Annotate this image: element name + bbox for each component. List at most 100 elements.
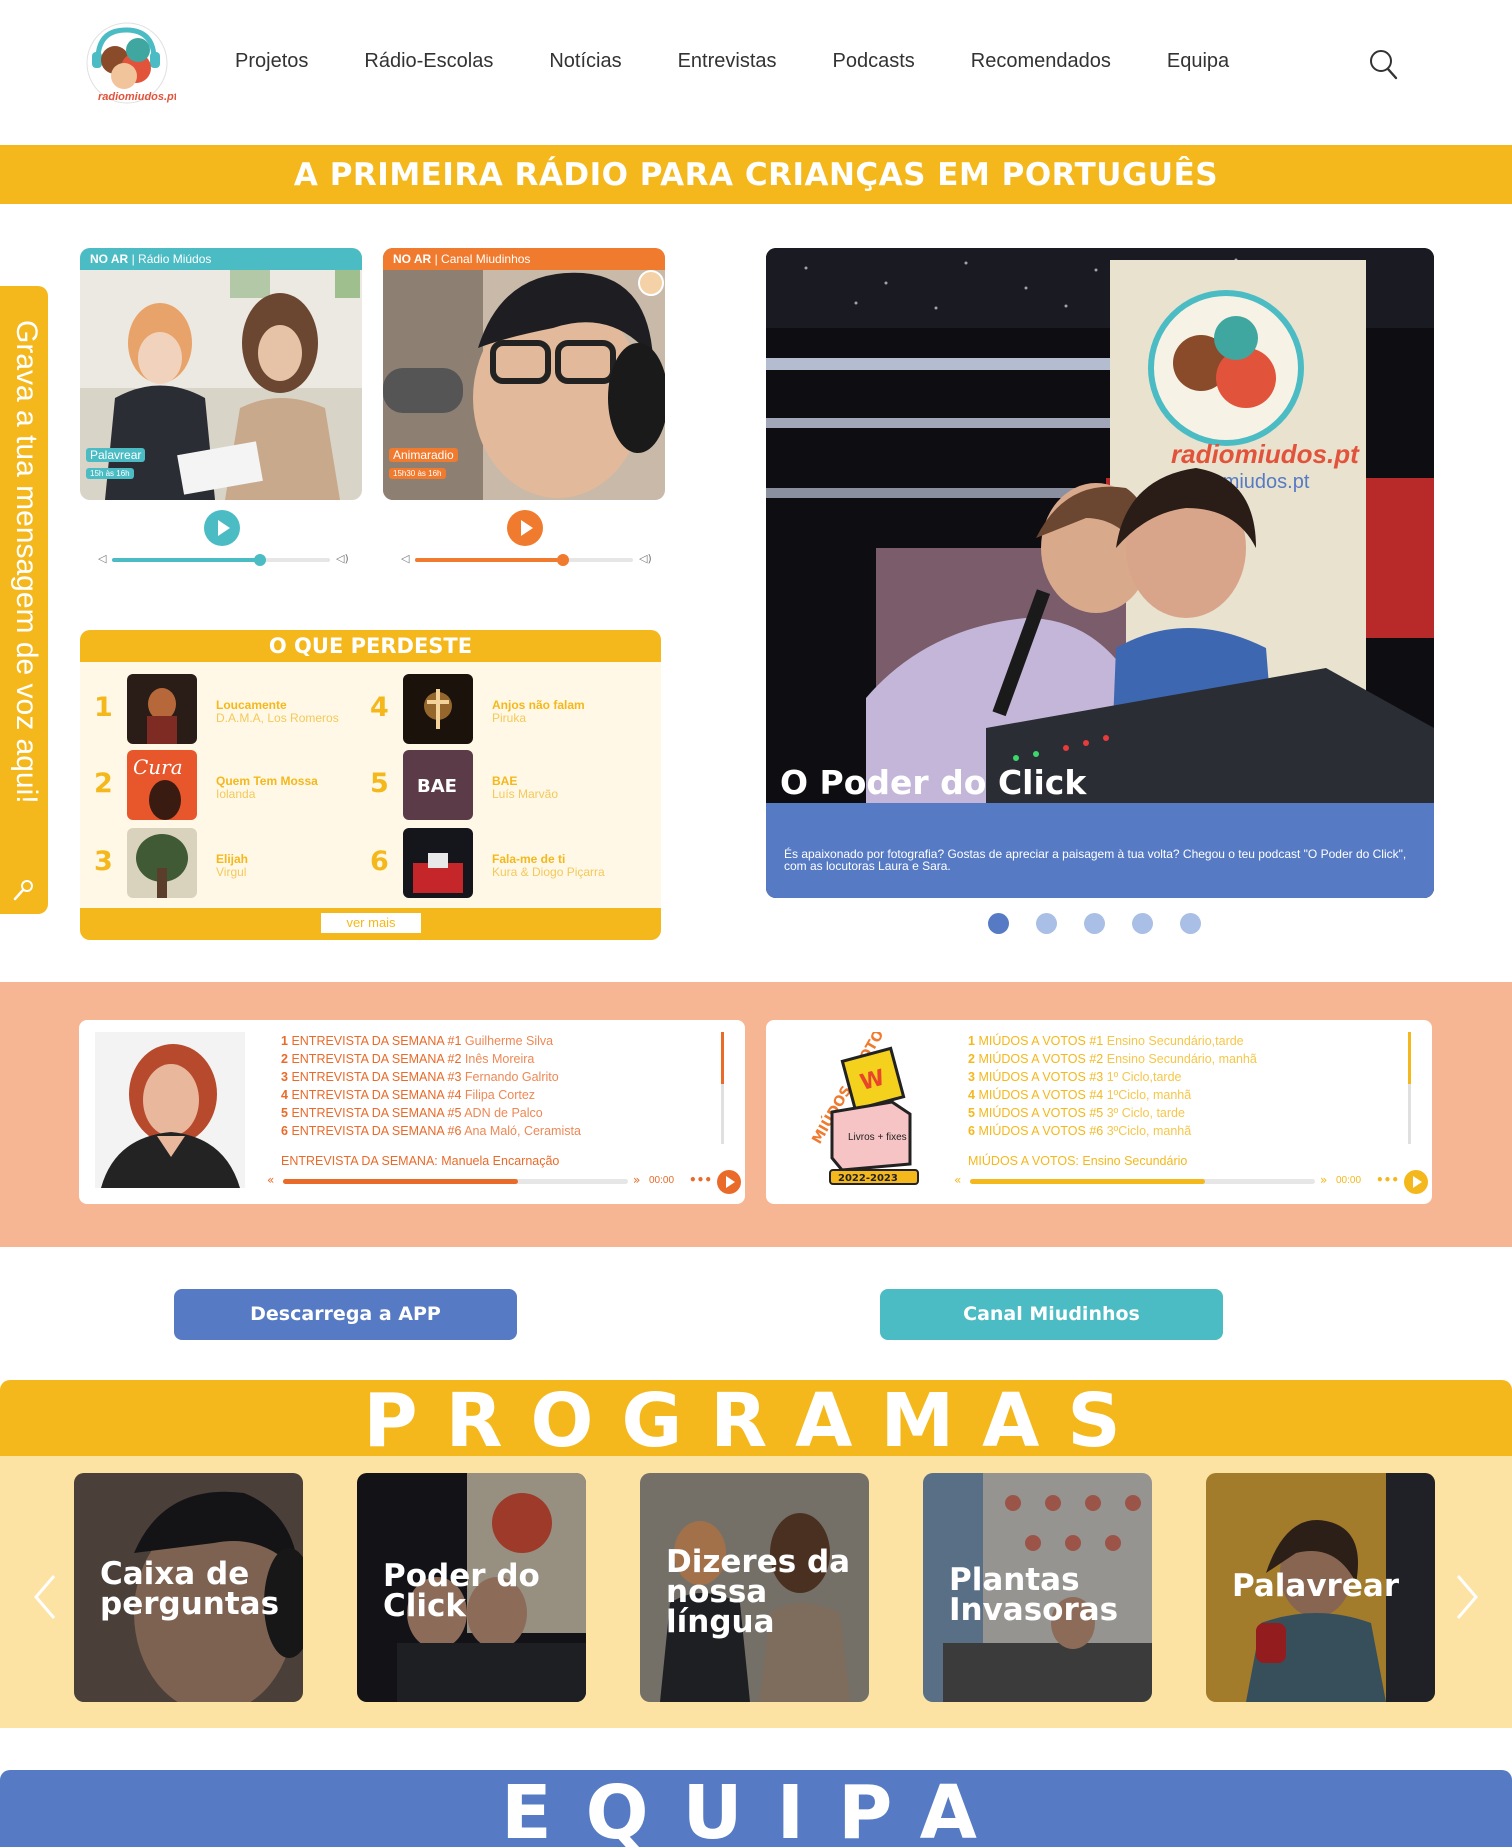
list-item[interactable]: 5 ENTREVISTA DA SEMANA #5 ADN de Palco <box>281 1104 721 1122</box>
page: { "header": { "logo_text": "radiomiudos.… <box>0 0 1512 1847</box>
list-item[interactable]: 2 MIÚDOS A VOTOS #2 Ensino Secundário, m… <box>968 1050 1408 1068</box>
nav-entrevistas[interactable]: Entrevistas <box>678 50 777 73</box>
list-item[interactable]: 1 Loucamente D.A.M.A, Los Romeros <box>94 674 374 744</box>
nav-radio-escolas[interactable]: Rádio-Escolas <box>364 50 493 73</box>
radiomiudos-logo[interactable]: radiomiudos.pt <box>78 18 176 110</box>
program-card-plantas-invasoras[interactable]: Plantas Invasoras <box>923 1473 1152 1702</box>
program-card-caixa-de-perguntas[interactable]: Caixa de perguntas <box>74 1473 303 1702</box>
item-number: 5 <box>281 1106 288 1120</box>
nav-projetos[interactable]: Projetos <box>235 50 308 73</box>
item-name: Ensino Secundário, manhã <box>1106 1052 1257 1066</box>
item-number: 2 <box>281 1052 288 1066</box>
chevron-right-icon[interactable] <box>1454 1572 1480 1622</box>
item-name: 1ºCiclo, manhã <box>1106 1088 1192 1102</box>
scrollbar-thumb[interactable] <box>721 1032 724 1084</box>
play-button-canal-miudinhos[interactable] <box>507 510 543 546</box>
list-item[interactable]: 3 MIÚDOS A VOTOS #3 1º Ciclo,tarde <box>968 1068 1408 1086</box>
program-card-poder-do-click[interactable]: Poder do Click <box>357 1473 586 1702</box>
download-app-button[interactable]: Descarrega a APP <box>174 1289 517 1340</box>
list-item[interactable]: 3 Elijah Virgul <box>94 828 374 898</box>
progress-fill <box>283 1179 518 1184</box>
nav-noticias[interactable]: Notícias <box>549 50 621 73</box>
votes-list: 1 MIÚDOS A VOTOS #1 Ensino Secundário,ta… <box>968 1032 1408 1140</box>
play-button-interviews[interactable] <box>717 1170 741 1194</box>
program-card-palavrear[interactable]: Palavrear <box>1206 1473 1435 1702</box>
item-name: Ana Maló, Ceramista <box>464 1124 581 1138</box>
item-number: 3 <box>968 1070 975 1084</box>
svg-text:BAE: BAE <box>417 776 457 797</box>
list-item[interactable]: 4 Anjos não falam Piruka <box>370 674 650 744</box>
team-title: EQUIPA <box>501 1770 1011 1847</box>
list-item[interactable]: 4 MIÚDOS A VOTOS #4 1ºCiclo, manhã <box>968 1086 1408 1104</box>
item-name: ADN de Palco <box>464 1106 543 1120</box>
carousel-dot[interactable] <box>988 913 1009 934</box>
list-item[interactable]: 6 MIÚDOS A VOTOS #6 3ºCiclo, manhã <box>968 1122 1408 1140</box>
nav-podcasts[interactable]: Podcasts <box>833 50 915 73</box>
rewind-icon[interactable]: « <box>267 1173 274 1187</box>
nav-equipa[interactable]: Equipa <box>1167 50 1229 73</box>
program-card-dizeres-da-nossa-lingua[interactable]: Dizeres da nossa língua <box>640 1473 869 1702</box>
svg-text:radiomiudos.pt: radiomiudos.pt <box>1171 439 1360 469</box>
microphone-icon[interactable] <box>12 878 36 902</box>
album-art: Cura <box>127 750 197 820</box>
program-title: Caixa de perguntas <box>100 1556 280 1622</box>
item-name: 3ºCiclo, manhã <box>1106 1124 1192 1138</box>
team-header: EQUIPA <box>0 1770 1512 1847</box>
canal-miudinhos-button[interactable]: Canal Miudinhos <box>880 1289 1223 1340</box>
scrollbar-thumb[interactable] <box>1408 1032 1411 1084</box>
votes-player: MIÚDOS A VOTOS! W Livros + fixes 2022-20… <box>766 1020 1432 1204</box>
list-item[interactable]: 2 ENTREVISTA DA SEMANA #2 Inês Moreira <box>281 1050 721 1068</box>
list-item[interactable]: 2 Cura Quem Tem Mossa Iolanda <box>94 750 374 820</box>
volume-slider-radio-miudos[interactable]: ◁ ◁) <box>98 550 354 570</box>
item-number: 6 <box>968 1124 975 1138</box>
list-item[interactable]: 6 ENTREVISTA DA SEMANA #6 Ana Maló, Cera… <box>281 1122 721 1140</box>
interviews-list: 1 ENTREVISTA DA SEMANA #1 Guilherme Silv… <box>281 1032 721 1140</box>
program-label: Animaradio <box>389 448 458 462</box>
volume-low-icon: ◁ <box>98 552 107 565</box>
item-number: 1 <box>968 1034 975 1048</box>
svg-text:radiomiudos.pt: radiomiudos.pt <box>98 91 176 103</box>
tagline-text: A PRIMEIRA RÁDIO PARA CRIANÇAS EM PORTUG… <box>293 156 1219 193</box>
list-item[interactable]: 1 ENTREVISTA DA SEMANA #1 Guilherme Silv… <box>281 1032 721 1050</box>
player-radio-miudos: NO AR | Rádio Miúdos Palavrear 15h às 16… <box>80 248 362 500</box>
play-button-votes[interactable] <box>1404 1170 1428 1194</box>
more-options-icon[interactable]: ••• <box>689 1173 712 1187</box>
item-name: Filipa Cortez <box>464 1088 536 1102</box>
carousel-dot[interactable] <box>1084 913 1105 934</box>
more-options-icon[interactable]: ••• <box>1376 1173 1399 1187</box>
item-label: MIÚDOS A VOTOS #5 <box>978 1106 1104 1120</box>
miudos-a-votos-badge: MIÚDOS A VOTOS! W Livros + fixes 2022-20… <box>782 1032 932 1188</box>
voice-message-label[interactable]: Grava a tua mensagem de voz aqui! <box>5 320 45 880</box>
volume-slider-canal-miudinhos[interactable]: ◁ ◁) <box>401 550 657 570</box>
list-item[interactable]: 6 Fala-me de ti Kura & Diogo Piçarra <box>370 828 650 898</box>
item-label: ENTREVISTA DA SEMANA #3 <box>291 1070 462 1084</box>
item-label: MIÚDOS A VOTOS #1 <box>978 1034 1104 1048</box>
nav-recomendados[interactable]: Recomendados <box>971 50 1111 73</box>
list-item[interactable]: 3 ENTREVISTA DA SEMANA #3 Fernando Galri… <box>281 1068 721 1086</box>
item-number: 2 <box>968 1052 975 1066</box>
play-button-radio-miudos[interactable] <box>204 510 240 546</box>
carousel-dot[interactable] <box>1036 913 1057 934</box>
svg-text:Cura: Cura <box>133 755 183 779</box>
program-label: Palavrear <box>86 448 146 462</box>
chevron-left-icon[interactable] <box>32 1572 58 1622</box>
album-art: BAE <box>403 750 473 820</box>
hero-slide[interactable]: radiomiudos.pt diomiudos.pt O Poder do C… <box>766 248 1434 898</box>
search-icon[interactable] <box>1368 48 1398 80</box>
list-item[interactable]: 4 ENTREVISTA DA SEMANA #4 Filipa Cortez <box>281 1086 721 1104</box>
forward-icon[interactable]: » <box>633 1173 640 1187</box>
forward-icon[interactable]: » <box>1320 1173 1327 1187</box>
item-label: ENTREVISTA DA SEMANA #5 <box>291 1106 462 1120</box>
item-number: 6 <box>281 1124 288 1138</box>
interviews-player: 1 ENTREVISTA DA SEMANA #1 Guilherme Silv… <box>79 1020 745 1204</box>
list-item[interactable]: 1 MIÚDOS A VOTOS #1 Ensino Secundário,ta… <box>968 1032 1408 1050</box>
album-art <box>403 674 473 744</box>
carousel-dot[interactable] <box>1180 913 1201 934</box>
see-more-button[interactable]: ver mais <box>321 913 421 933</box>
rewind-icon[interactable]: « <box>954 1173 961 1187</box>
hero-description: És apaixonado por fotografia? Gostas de … <box>784 847 1407 873</box>
list-item[interactable]: 5 BAE BAE Luís Marvão <box>370 750 650 820</box>
list-item[interactable]: 5 MIÚDOS A VOTOS #5 3º Ciclo, tarde <box>968 1104 1408 1122</box>
carousel-dot[interactable] <box>1132 913 1153 934</box>
program-time: 15h30 às 16h <box>389 468 446 479</box>
